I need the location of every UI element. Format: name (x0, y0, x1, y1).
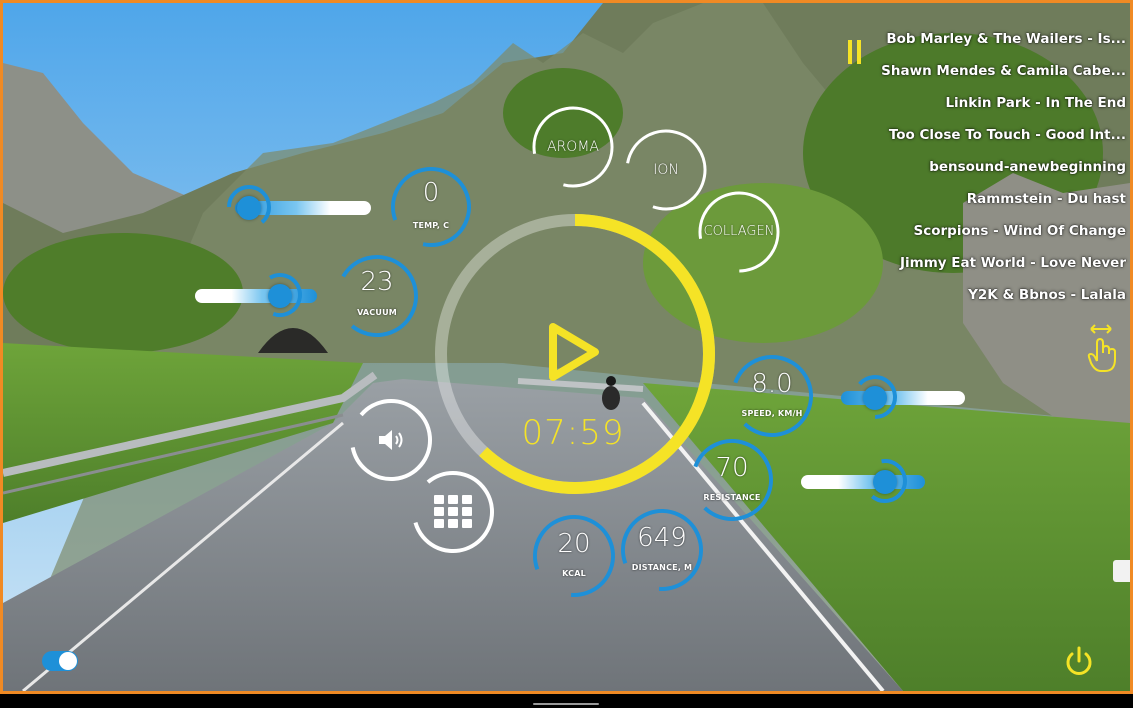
app-frame: Bob Marley & The Wailers - Is... Shawn M… (0, 0, 1133, 694)
distance-value: 649 (637, 523, 687, 553)
collagen-label: COLLAGEN (703, 224, 775, 239)
side-panel-tab[interactable] (1113, 560, 1130, 582)
vacuum-slider-knob[interactable] (268, 284, 292, 308)
speed-slider-knob[interactable] (863, 386, 887, 410)
volume-icon[interactable] (375, 427, 405, 453)
settings-toggle[interactable] (42, 651, 78, 671)
speed-value: 8.0 (751, 369, 793, 399)
playlist-track[interactable]: bensound-anewbeginning (836, 155, 1126, 187)
play-icon[interactable] (541, 319, 605, 385)
aroma-label: AROMA (547, 139, 599, 155)
vacuum-value: 23 (360, 267, 394, 297)
power-icon[interactable] (1063, 645, 1095, 679)
vacuum-label: VACUUM (357, 308, 397, 317)
temp-slider-knob[interactable] (237, 196, 261, 220)
playlist-track[interactable]: Y2K & Bbnos - Lalala (836, 283, 1126, 315)
playlist-track[interactable]: Jimmy Eat World - Love Never (836, 251, 1126, 283)
playlist-track[interactable]: Too Close To Touch - Good Int... (836, 123, 1126, 155)
home-indicator[interactable] (533, 703, 599, 705)
temp-value: 0 (422, 178, 440, 208)
grid-menu-icon[interactable] (434, 495, 472, 529)
playlist-track[interactable]: Scorpions - Wind Of Change (836, 219, 1126, 251)
workout-timer: 07:59 (521, 413, 625, 453)
kcal-value: 20 (557, 529, 591, 559)
toggle-knob (59, 652, 77, 670)
hand-swipe-icon[interactable] (1083, 321, 1123, 377)
resistance-value: 70 (715, 453, 749, 483)
playlist-track[interactable]: Bob Marley & The Wailers - Is... (836, 27, 1126, 59)
system-nav-bar (0, 694, 1133, 708)
temp-label: TEMP, C (412, 221, 450, 230)
playlist: Bob Marley & The Wailers - Is... Shawn M… (836, 27, 1126, 315)
speed-label: SPEED, KM/H (741, 409, 803, 418)
playlist-track[interactable]: Linkin Park - In The End (836, 91, 1126, 123)
playlist-track[interactable]: Rammstein - Du hast (836, 187, 1126, 219)
kcal-label: KCAL (562, 569, 586, 578)
ion-label: ION (653, 162, 679, 178)
playlist-track[interactable]: Shawn Mendes & Camila Cabe... (836, 59, 1126, 91)
resistance-label: RESISTANCE (703, 493, 761, 502)
resistance-slider-knob[interactable] (873, 470, 897, 494)
distance-label: DISTANCE, M (631, 563, 693, 572)
